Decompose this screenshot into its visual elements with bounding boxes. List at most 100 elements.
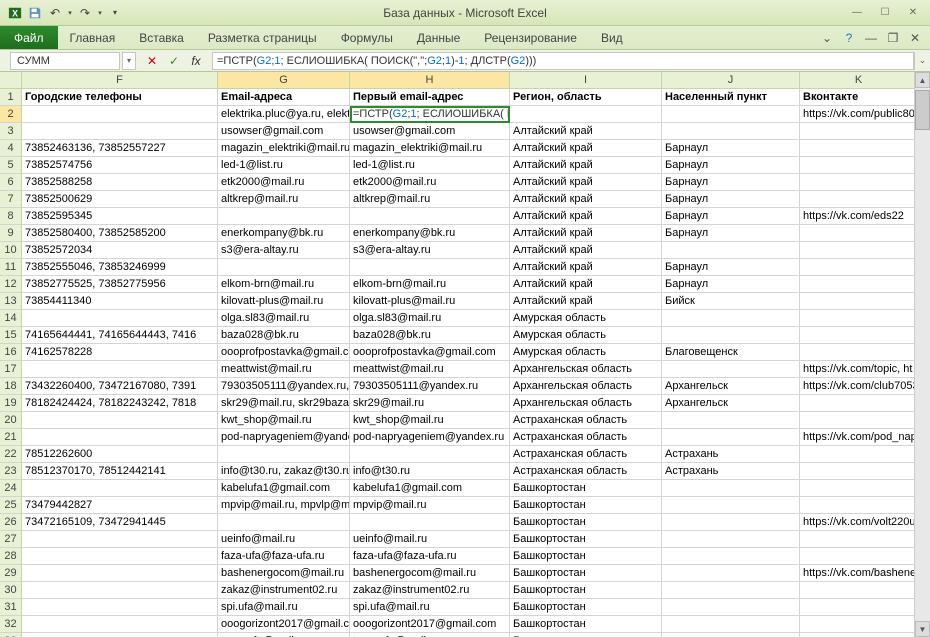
header-cell[interactable]: Email-адреса (218, 89, 350, 106)
cell[interactable]: Астраханская область (510, 463, 662, 480)
cell[interactable]: 78512262600 (22, 446, 218, 463)
cell[interactable] (662, 123, 800, 140)
scroll-up-icon[interactable]: ▲ (915, 72, 930, 88)
cell[interactable]: Башкортостан (510, 480, 662, 497)
cell[interactable]: Астрахань (662, 446, 800, 463)
cell[interactable]: etk2000@mail.ru (218, 174, 350, 191)
cell[interactable]: 73852555046, 73853246999 (22, 259, 218, 276)
cell[interactable]: info@t30.ru (350, 463, 510, 480)
cell[interactable]: kwt_shop@mail.ru (218, 412, 350, 429)
cell[interactable] (662, 429, 800, 446)
insert-function-icon[interactable]: fx (188, 53, 204, 69)
cell[interactable] (800, 242, 918, 259)
cell[interactable]: elkom-brn@mail.ru (218, 276, 350, 293)
cell[interactable]: https://vk.com/club7053 (800, 378, 918, 395)
ribbon-tab[interactable]: Вид (589, 26, 635, 49)
cell[interactable]: led-1@list.ru (350, 157, 510, 174)
cell[interactable] (800, 633, 918, 637)
workbook-restore-icon[interactable]: ❐ (884, 29, 902, 47)
save-icon[interactable] (26, 4, 44, 22)
column-header[interactable]: F (22, 72, 218, 89)
cancel-formula-icon[interactable]: ✕ (144, 53, 160, 69)
cell[interactable] (662, 242, 800, 259)
cell[interactable]: bashenergocom@mail.ru (350, 565, 510, 582)
select-all-corner[interactable] (0, 72, 22, 89)
cell[interactable] (662, 565, 800, 582)
cell[interactable]: 74162578228 (22, 344, 218, 361)
cell[interactable]: olga.sl83@mail.ru (350, 310, 510, 327)
cell[interactable]: Алтайский край (510, 191, 662, 208)
cell[interactable]: pod-napryageniem@yandex.ru (350, 429, 510, 446)
cell[interactable]: Астраханская область (510, 446, 662, 463)
cell[interactable]: https://vk.com/public80 (800, 106, 918, 123)
cell[interactable] (800, 599, 918, 616)
cell[interactable]: mpvip@mail.ru, mpvlp@mail.ru (218, 497, 350, 514)
cell[interactable]: zakaz@instrument02.ru (350, 582, 510, 599)
cell[interactable]: Барнаул (662, 208, 800, 225)
cell[interactable]: 73854411340 (22, 293, 218, 310)
row-header[interactable]: 27 (0, 531, 22, 548)
cell[interactable] (662, 514, 800, 531)
cell[interactable] (662, 412, 800, 429)
cell[interactable]: Архангельская область (510, 361, 662, 378)
ribbon-tab[interactable]: Разметка страницы (196, 26, 329, 49)
cell[interactable]: Башкортостан (510, 633, 662, 637)
cell[interactable] (800, 259, 918, 276)
cell[interactable]: Архангельск (662, 378, 800, 395)
file-tab[interactable]: Файл (0, 26, 58, 49)
cell[interactable]: baza028@bk.ru (218, 327, 350, 344)
cell[interactable]: Алтайский край (510, 242, 662, 259)
cell[interactable]: faza-ufa@faza-ufa.ru (218, 548, 350, 565)
header-cell[interactable]: Регион, область (510, 89, 662, 106)
workbook-close-icon[interactable]: ✕ (906, 29, 924, 47)
column-header[interactable]: J (662, 72, 800, 89)
row-header[interactable]: 13 (0, 293, 22, 310)
cell[interactable]: Башкортостан (510, 565, 662, 582)
row-header[interactable]: 9 (0, 225, 22, 242)
cell[interactable] (800, 123, 918, 140)
cell[interactable] (662, 582, 800, 599)
cell[interactable]: 79303505111@yandex.ru, info@ (218, 378, 350, 395)
cell[interactable]: 73852463136, 73852557227 (22, 140, 218, 157)
cell[interactable]: https://vk.com/volt220u (800, 514, 918, 531)
cell[interactable]: baza028@bk.ru (350, 327, 510, 344)
cell[interactable]: meattwist@mail.ru (350, 361, 510, 378)
cell[interactable] (350, 259, 510, 276)
cell[interactable]: spi.ufa@mail.ru (350, 599, 510, 616)
row-header[interactable]: 3 (0, 123, 22, 140)
cell[interactable]: 73852572034 (22, 242, 218, 259)
cell[interactable]: kabelufa1@gmail.com (350, 480, 510, 497)
cell[interactable]: Башкортостан (510, 616, 662, 633)
cell[interactable]: Барнаул (662, 259, 800, 276)
cell[interactable]: Барнаул (662, 157, 800, 174)
minimize-ribbon-icon[interactable]: ⌄ (818, 29, 836, 47)
cell[interactable]: kabelufa1@gmail.com (218, 480, 350, 497)
cell[interactable]: https://vk.com/eds22 (800, 208, 918, 225)
cell[interactable] (22, 480, 218, 497)
cell[interactable]: Башкортостан (510, 497, 662, 514)
cell[interactable] (218, 446, 350, 463)
close-icon[interactable]: ✕ (902, 5, 924, 21)
cell[interactable] (800, 140, 918, 157)
row-header[interactable]: 24 (0, 480, 22, 497)
row-header[interactable]: 4 (0, 140, 22, 157)
cell[interactable] (800, 327, 918, 344)
cell[interactable] (662, 361, 800, 378)
row-header[interactable]: 28 (0, 548, 22, 565)
cell[interactable] (22, 565, 218, 582)
cell[interactable]: https://vk.com/topic, ht (800, 361, 918, 378)
cell[interactable]: Алтайский край (510, 208, 662, 225)
cell[interactable] (22, 361, 218, 378)
minimize-icon[interactable]: — (846, 5, 868, 21)
header-cell[interactable]: Населенный пункт (662, 89, 800, 106)
formula-expand-icon[interactable]: ⌄ (914, 52, 930, 70)
cell[interactable]: Башкортостан (510, 548, 662, 565)
cell[interactable]: altkrep@mail.ru (218, 191, 350, 208)
cell[interactable]: =ПСТР(G2;1; ЕСЛИОШИБКА( ПОИСК(",";G2;1)-… (350, 106, 510, 123)
header-cell[interactable]: Городские телефоны (22, 89, 218, 106)
cell[interactable] (800, 446, 918, 463)
cell[interactable] (800, 293, 918, 310)
cell[interactable] (662, 616, 800, 633)
cell[interactable]: Алтайский край (510, 140, 662, 157)
cell[interactable] (350, 446, 510, 463)
